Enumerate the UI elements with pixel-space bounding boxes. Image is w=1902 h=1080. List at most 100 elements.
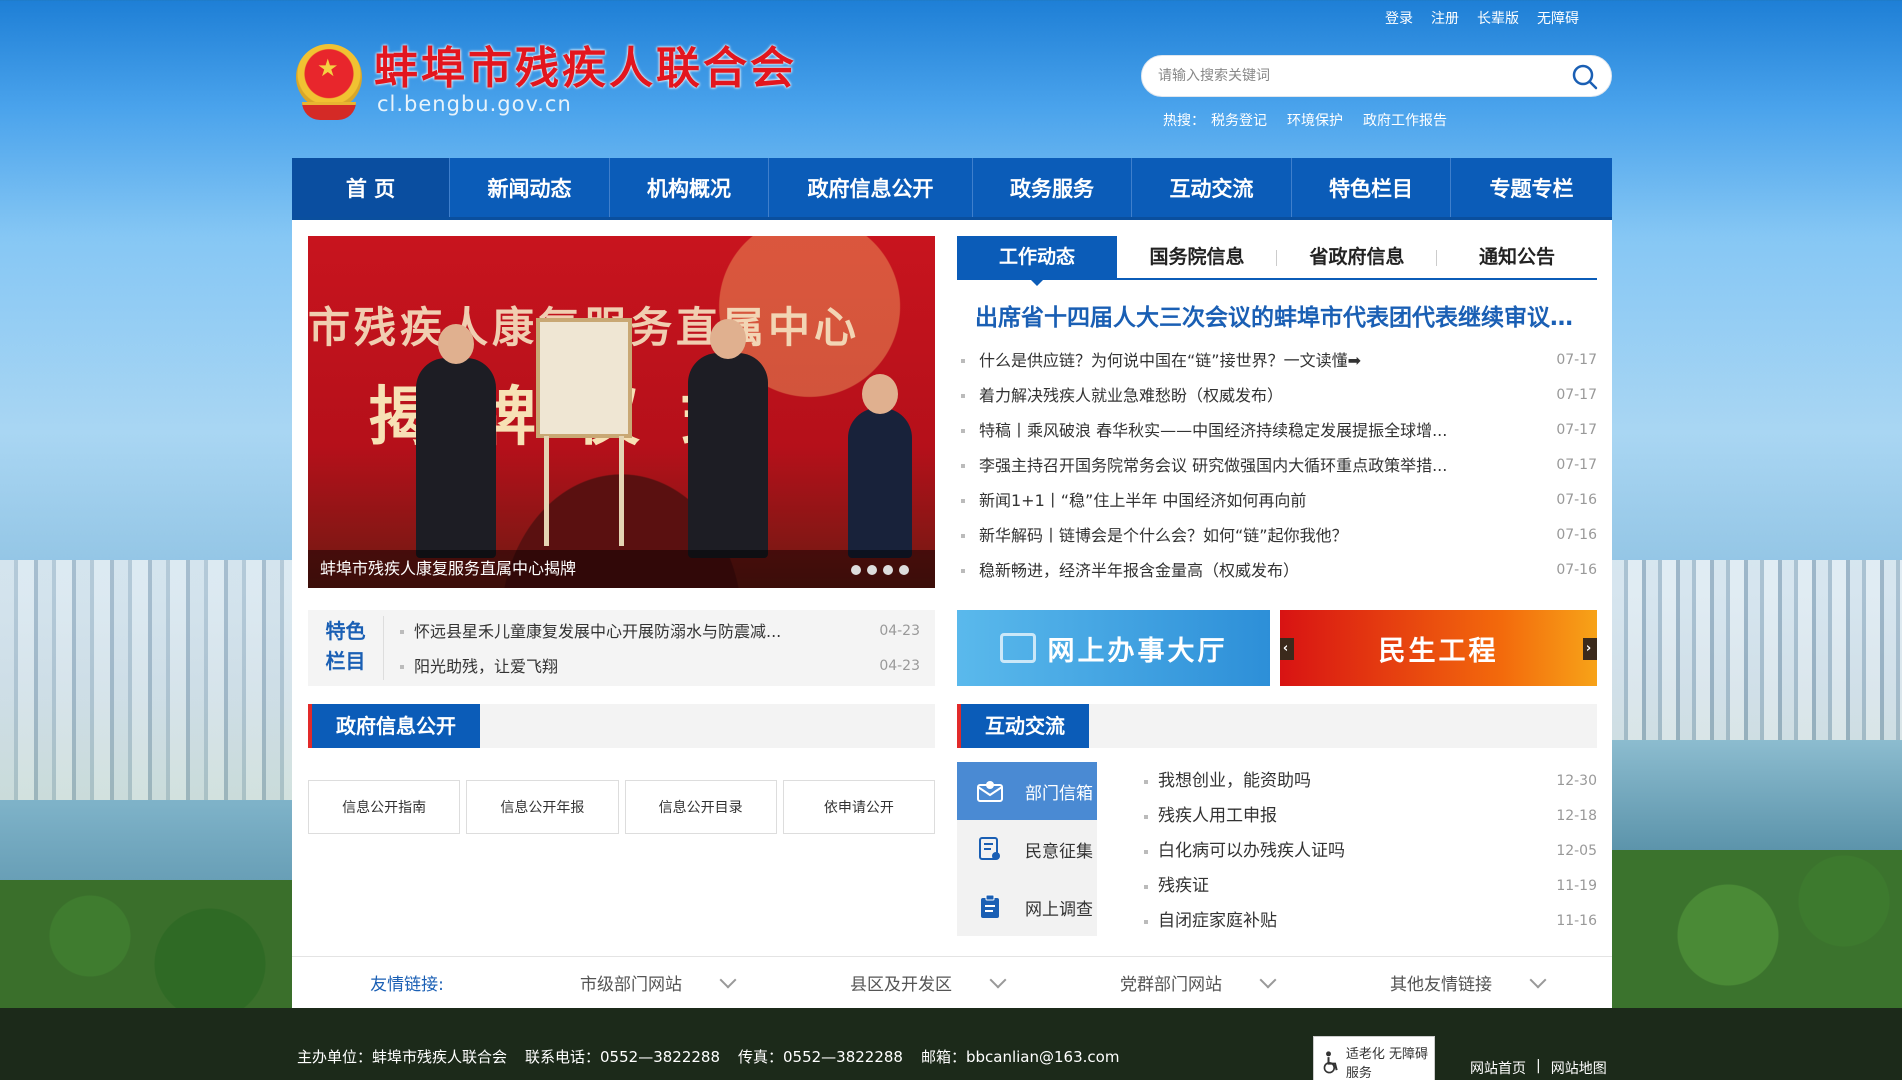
interaction-title[interactable]: 互动交流 bbox=[957, 704, 1089, 748]
news-item[interactable]: 李强主持召开国务院常务会议 研究做强国内大循环重点政策举措... 07-17 bbox=[957, 448, 1597, 483]
search-icon[interactable] bbox=[1571, 63, 1599, 91]
chevron-right-icon[interactable]: › bbox=[1583, 638, 1597, 660]
list-item[interactable]: 自闭症家庭补贴 11-16 bbox=[1142, 904, 1597, 939]
nav-gov-info[interactable]: 政府信息公开 bbox=[769, 158, 973, 217]
gov-info-title[interactable]: 政府信息公开 bbox=[308, 704, 480, 748]
news-date: 07-17 bbox=[1556, 352, 1597, 368]
news-date: 07-17 bbox=[1556, 422, 1597, 438]
background-trees-left bbox=[0, 880, 300, 1020]
register-link[interactable]: 注册 bbox=[1431, 8, 1459, 28]
headline-news[interactable]: 出席省十四届人大三次会议的蚌埠市代表团代表继续审议政府工作报告 bbox=[975, 298, 1585, 332]
background-lake-left bbox=[0, 800, 300, 920]
slide-dot[interactable] bbox=[899, 565, 909, 575]
friendly-links-bar: 友情链接: 市级部门网站 县区及开发区 党群部门网站 其他友情链接 bbox=[292, 956, 1612, 1008]
chevron-left-icon[interactable]: ‹ bbox=[1280, 638, 1294, 660]
nav-organization[interactable]: 机构概况 bbox=[610, 158, 769, 217]
info-catalog-button[interactable]: 信息公开目录 bbox=[624, 780, 777, 834]
elder-version-link[interactable]: 长辈版 bbox=[1477, 8, 1519, 28]
list-item[interactable]: 白化病可以办残疾人证吗 12-05 bbox=[1142, 834, 1597, 869]
county-sites-select[interactable]: 县区及开发区 bbox=[792, 970, 1062, 995]
person bbox=[416, 324, 496, 558]
easel bbox=[544, 436, 624, 546]
tab-state-council[interactable]: 国务院信息 bbox=[1117, 236, 1277, 278]
main-content: 市残疾人康复服务直属中心 揭牌仪式 蚌埠市残疾人康复服务直属中心揭牌 特色 栏目… bbox=[292, 220, 1612, 1008]
footer-sitemap-link[interactable]: 网站地图 bbox=[1551, 1058, 1607, 1078]
footer-links: 网站首页 | 网站地图 bbox=[1470, 1058, 1607, 1078]
slide-dot[interactable] bbox=[851, 565, 861, 575]
item-date: 12-05 bbox=[1556, 843, 1597, 859]
background-city-right bbox=[1612, 560, 1902, 760]
item-title: 白化病可以办残疾人证吗 bbox=[1158, 841, 1345, 861]
hot-search-item[interactable]: 政府工作报告 bbox=[1363, 110, 1447, 130]
city-dept-sites-select[interactable]: 市级部门网站 bbox=[522, 970, 792, 995]
item-date: 04-23 bbox=[879, 623, 920, 639]
slide-pagination bbox=[851, 565, 909, 575]
computer-icon bbox=[999, 633, 1036, 663]
news-item[interactable]: 特稿丨乘风破浪 春华秋实——中国经济持续稳定发展提振全球增... 07-17 bbox=[957, 413, 1597, 448]
slide-caption[interactable]: 蚌埠市残疾人康复服务直属中心揭牌 bbox=[308, 550, 935, 588]
news-item[interactable]: 着力解决残疾人就业急难愁盼（权威发布） 07-17 bbox=[957, 378, 1597, 413]
slide-dot[interactable] bbox=[883, 565, 893, 575]
nav-special[interactable]: 专题专栏 bbox=[1451, 158, 1612, 217]
nav-featured[interactable]: 特色栏目 bbox=[1292, 158, 1451, 217]
search-input[interactable] bbox=[1158, 56, 1558, 96]
menu-label: 民意征集 bbox=[1025, 841, 1093, 862]
interaction-header: 互动交流 bbox=[957, 704, 1597, 748]
chevron-down-icon bbox=[1529, 971, 1547, 988]
mailbox-icon bbox=[977, 778, 1003, 804]
news-item[interactable]: 新华解码丨链博会是个什么会？如何“链”起你我他？ 07-16 bbox=[957, 518, 1597, 553]
list-item[interactable]: 怀远县星禾儿童康复发展中心开展防溺水与防震减... 04-23 bbox=[400, 614, 920, 649]
tab-provincial-gov[interactable]: 省政府信息 bbox=[1277, 236, 1437, 278]
party-sites-select[interactable]: 党群部门网站 bbox=[1062, 970, 1332, 995]
nav-interaction[interactable]: 互动交流 bbox=[1132, 158, 1292, 217]
list-item[interactable]: 残疾证 11-19 bbox=[1142, 869, 1597, 904]
news-slider[interactable]: 市残疾人康复服务直属中心 揭牌仪式 蚌埠市残疾人康复服务直属中心揭牌 bbox=[308, 236, 935, 588]
list-item[interactable]: 阳光助残，让爱飞翔 04-23 bbox=[400, 649, 920, 684]
nav-home[interactable]: 首 页 bbox=[292, 158, 450, 217]
survey-form-icon bbox=[977, 836, 1003, 862]
list-item[interactable]: 我想创业，能资助吗 12-30 bbox=[1142, 764, 1597, 799]
site-title: 蚌埠市残疾人联合会 bbox=[374, 43, 797, 94]
hot-search-item[interactable]: 环境保护 bbox=[1287, 110, 1343, 130]
menu-dept-mailbox[interactable]: 部门信箱 bbox=[957, 762, 1097, 820]
menu-online-survey[interactable]: 网上调查 bbox=[957, 878, 1097, 936]
elder-friendly-badge[interactable]: 适老化 无障碍服务 bbox=[1313, 1036, 1435, 1080]
nav-news[interactable]: 新闻动态 bbox=[450, 158, 610, 217]
info-annual-report-button[interactable]: 信息公开年报 bbox=[466, 780, 619, 834]
menu-public-opinion[interactable]: 民意征集 bbox=[957, 820, 1097, 878]
news-item[interactable]: 什么是供应链？为何说中国在“链”接世界？一文读懂➡ 07-17 bbox=[957, 343, 1597, 378]
hot-search-label: 热搜： bbox=[1163, 113, 1205, 129]
news-date: 07-16 bbox=[1556, 527, 1597, 543]
menu-label: 部门信箱 bbox=[1025, 783, 1093, 804]
tab-work-news[interactable]: 工作动态 bbox=[957, 236, 1117, 286]
list-item[interactable]: 残疾人用工申报 12-18 bbox=[1142, 799, 1597, 834]
info-guide-button[interactable]: 信息公开指南 bbox=[308, 780, 461, 834]
person bbox=[688, 319, 768, 558]
nav-gov-service[interactable]: 政务服务 bbox=[973, 158, 1132, 217]
hot-search-item[interactable]: 税务登记 bbox=[1211, 110, 1267, 130]
news-item[interactable]: 新闻1+1丨“稳”住上半年 中国经济如何再向前 07-16 bbox=[957, 483, 1597, 518]
gov-info-buttons: 信息公开指南 信息公开年报 信息公开目录 依申请公开 bbox=[308, 780, 935, 834]
site-logo[interactable]: ★ 蚌埠市残疾人联合会 cl.bengbu.gov.cn bbox=[292, 42, 797, 124]
online-service-hall-banner[interactable]: 网上办事大厅 bbox=[957, 610, 1270, 686]
featured-column-label[interactable]: 特色 栏目 bbox=[308, 616, 384, 680]
item-title: 残疾证 bbox=[1158, 876, 1209, 896]
footer-contact: 主办单位：蚌埠市残疾人联合会 联系电话：0552—3822288 传真：0552… bbox=[297, 1046, 1119, 1067]
news-date: 07-16 bbox=[1556, 492, 1597, 508]
livelihood-project-banner[interactable]: ‹ 民生工程 › bbox=[1280, 610, 1597, 686]
item-title: 我想创业，能资助吗 bbox=[1158, 771, 1311, 791]
login-link[interactable]: 登录 bbox=[1385, 8, 1413, 28]
slide-dot[interactable] bbox=[867, 565, 877, 575]
footer-fax: 传真：0552—3822288 bbox=[738, 1048, 903, 1066]
info-request-button[interactable]: 依申请公开 bbox=[782, 780, 935, 834]
news-tabs: 工作动态 国务院信息 省政府信息 通知公告 bbox=[957, 236, 1597, 286]
accessibility-link[interactable]: 无障碍 bbox=[1537, 8, 1579, 28]
other-links-select[interactable]: 其他友情链接 bbox=[1332, 970, 1602, 995]
tab-notices[interactable]: 通知公告 bbox=[1437, 236, 1597, 278]
featured-column: 特色 栏目 怀远县星禾儿童康复发展中心开展防溺水与防震减... 04-23 阳光助… bbox=[308, 610, 935, 686]
site-footer: 主办单位：蚌埠市残疾人联合会 联系电话：0552—3822288 传真：0552… bbox=[0, 1008, 1902, 1080]
clipboard-icon bbox=[977, 894, 1003, 920]
news-item[interactable]: 稳新畅进，经济半年报含金量高（权威发布） 07-16 bbox=[957, 553, 1597, 588]
footer-home-link[interactable]: 网站首页 bbox=[1470, 1058, 1526, 1078]
footer-email: 邮箱：bbcanlian@163.com bbox=[920, 1048, 1120, 1066]
